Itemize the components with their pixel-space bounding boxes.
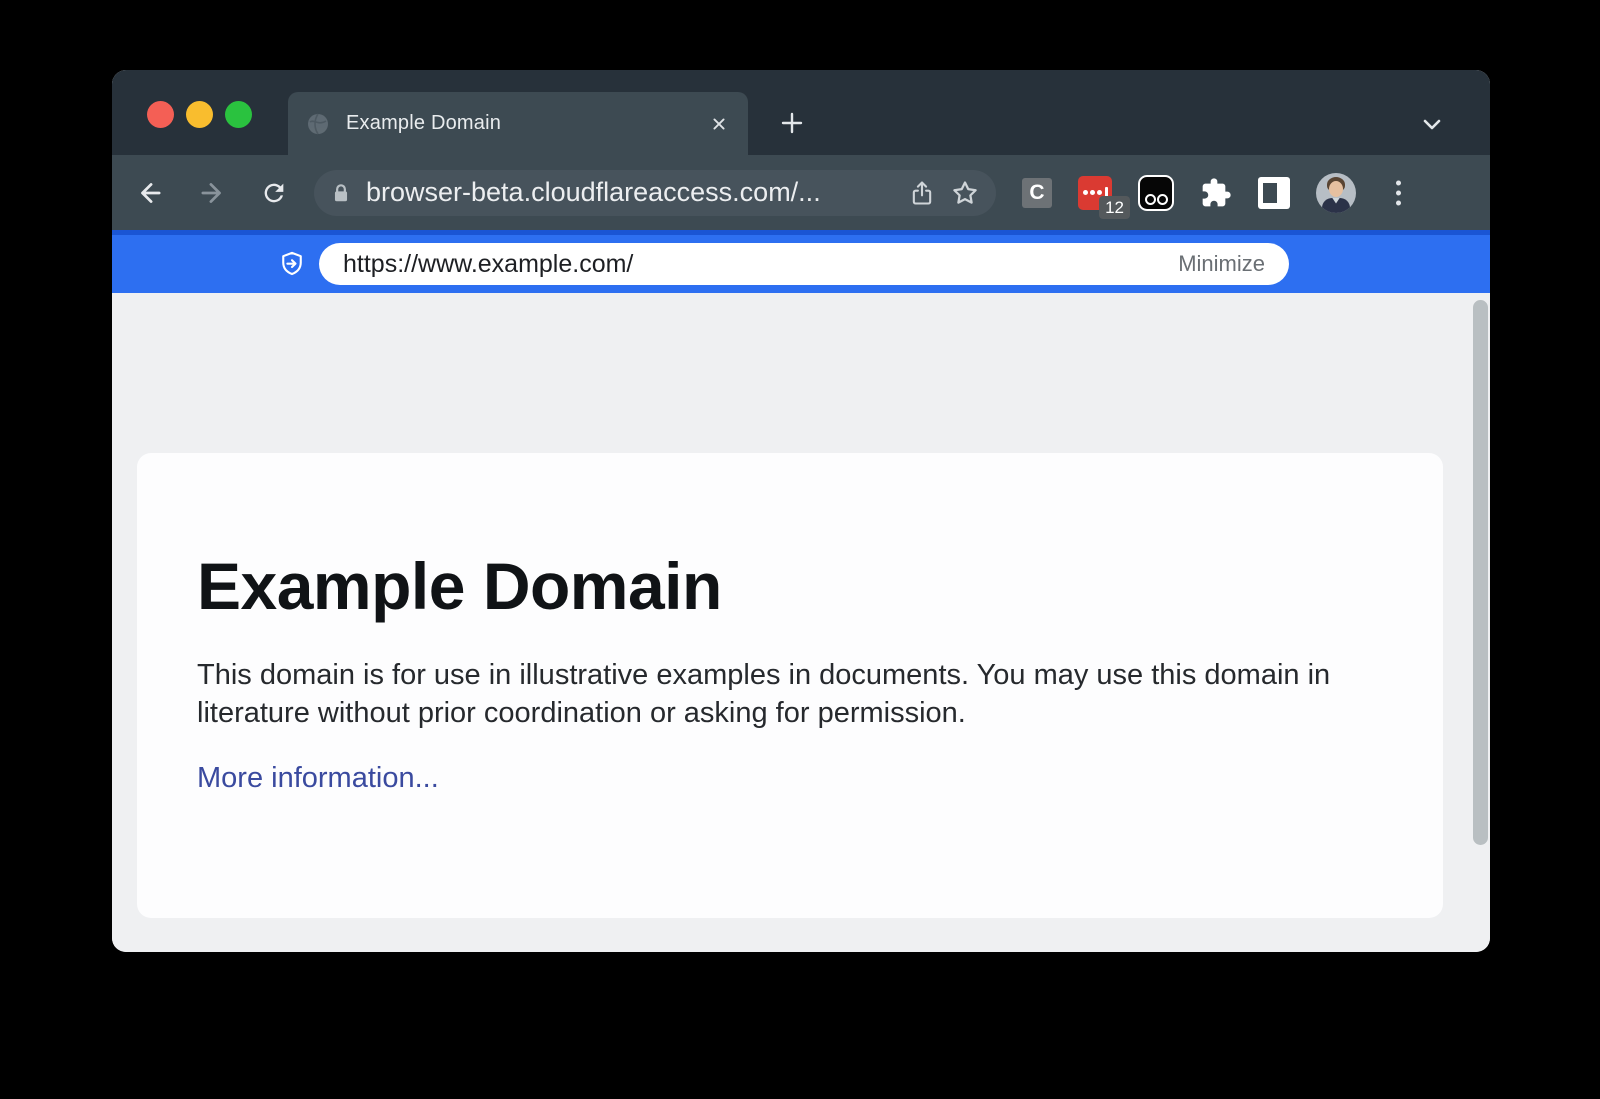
page-paragraph: This domain is for use in illustrative e… bbox=[197, 656, 1352, 732]
tab-search-chevron-icon[interactable] bbox=[1418, 110, 1446, 138]
omnibox-url-text[interactable]: browser-beta.cloudflareaccess.com/... bbox=[366, 177, 894, 208]
traffic-lights bbox=[147, 101, 252, 128]
browser-window: Example Domain bbox=[112, 70, 1490, 952]
zoom-window-button[interactable] bbox=[225, 101, 252, 128]
share-icon[interactable] bbox=[908, 179, 936, 207]
reload-icon[interactable] bbox=[252, 171, 296, 215]
content-card: Example Domain This domain is for use in… bbox=[137, 453, 1443, 918]
forward-icon[interactable] bbox=[190, 171, 234, 215]
tab-example-domain[interactable]: Example Domain bbox=[288, 92, 748, 155]
page-viewport: Example Domain This domain is for use in… bbox=[112, 293, 1490, 952]
omnibox-url-bar[interactable]: browser-beta.cloudflareaccess.com/... bbox=[314, 170, 996, 216]
extension-badge: 12 bbox=[1099, 196, 1130, 219]
page-heading: Example Domain bbox=[197, 548, 1383, 624]
extension-c-icon[interactable]: C bbox=[1022, 178, 1052, 208]
back-icon[interactable] bbox=[128, 171, 172, 215]
new-tab-button[interactable] bbox=[778, 109, 806, 137]
close-window-button[interactable] bbox=[147, 101, 174, 128]
remote-url-text[interactable]: https://www.example.com/ bbox=[343, 250, 1178, 279]
tab-title: Example Domain bbox=[346, 112, 708, 135]
extension-camera-circles-icon[interactable] bbox=[1138, 175, 1174, 211]
tab-close-icon[interactable] bbox=[708, 113, 730, 135]
scrollbar-thumb[interactable] bbox=[1473, 300, 1488, 845]
extensions-puzzle-icon[interactable] bbox=[1200, 177, 1232, 209]
remote-url-bar[interactable]: https://www.example.com/ Minimize bbox=[319, 243, 1289, 285]
bookmark-star-icon[interactable] bbox=[950, 178, 980, 208]
tab-strip: Example Domain bbox=[112, 70, 1490, 155]
globe-favicon-icon bbox=[306, 112, 330, 136]
shield-arrow-icon bbox=[278, 250, 306, 278]
profile-avatar[interactable] bbox=[1316, 173, 1356, 213]
browser-isolation-bar: https://www.example.com/ Minimize bbox=[112, 230, 1490, 293]
lock-icon bbox=[330, 182, 352, 204]
minimize-window-button[interactable] bbox=[186, 101, 213, 128]
side-panel-icon[interactable] bbox=[1258, 177, 1290, 209]
extension-lastpass-icon[interactable]: 12 bbox=[1078, 176, 1112, 210]
kebab-menu-icon[interactable] bbox=[1384, 173, 1412, 213]
navigation-toolbar: browser-beta.cloudflareaccess.com/... C … bbox=[112, 155, 1490, 230]
more-information-link[interactable]: More information... bbox=[197, 762, 439, 795]
minimize-button[interactable]: Minimize bbox=[1178, 251, 1265, 277]
extensions-area: C 12 bbox=[1022, 173, 1412, 213]
